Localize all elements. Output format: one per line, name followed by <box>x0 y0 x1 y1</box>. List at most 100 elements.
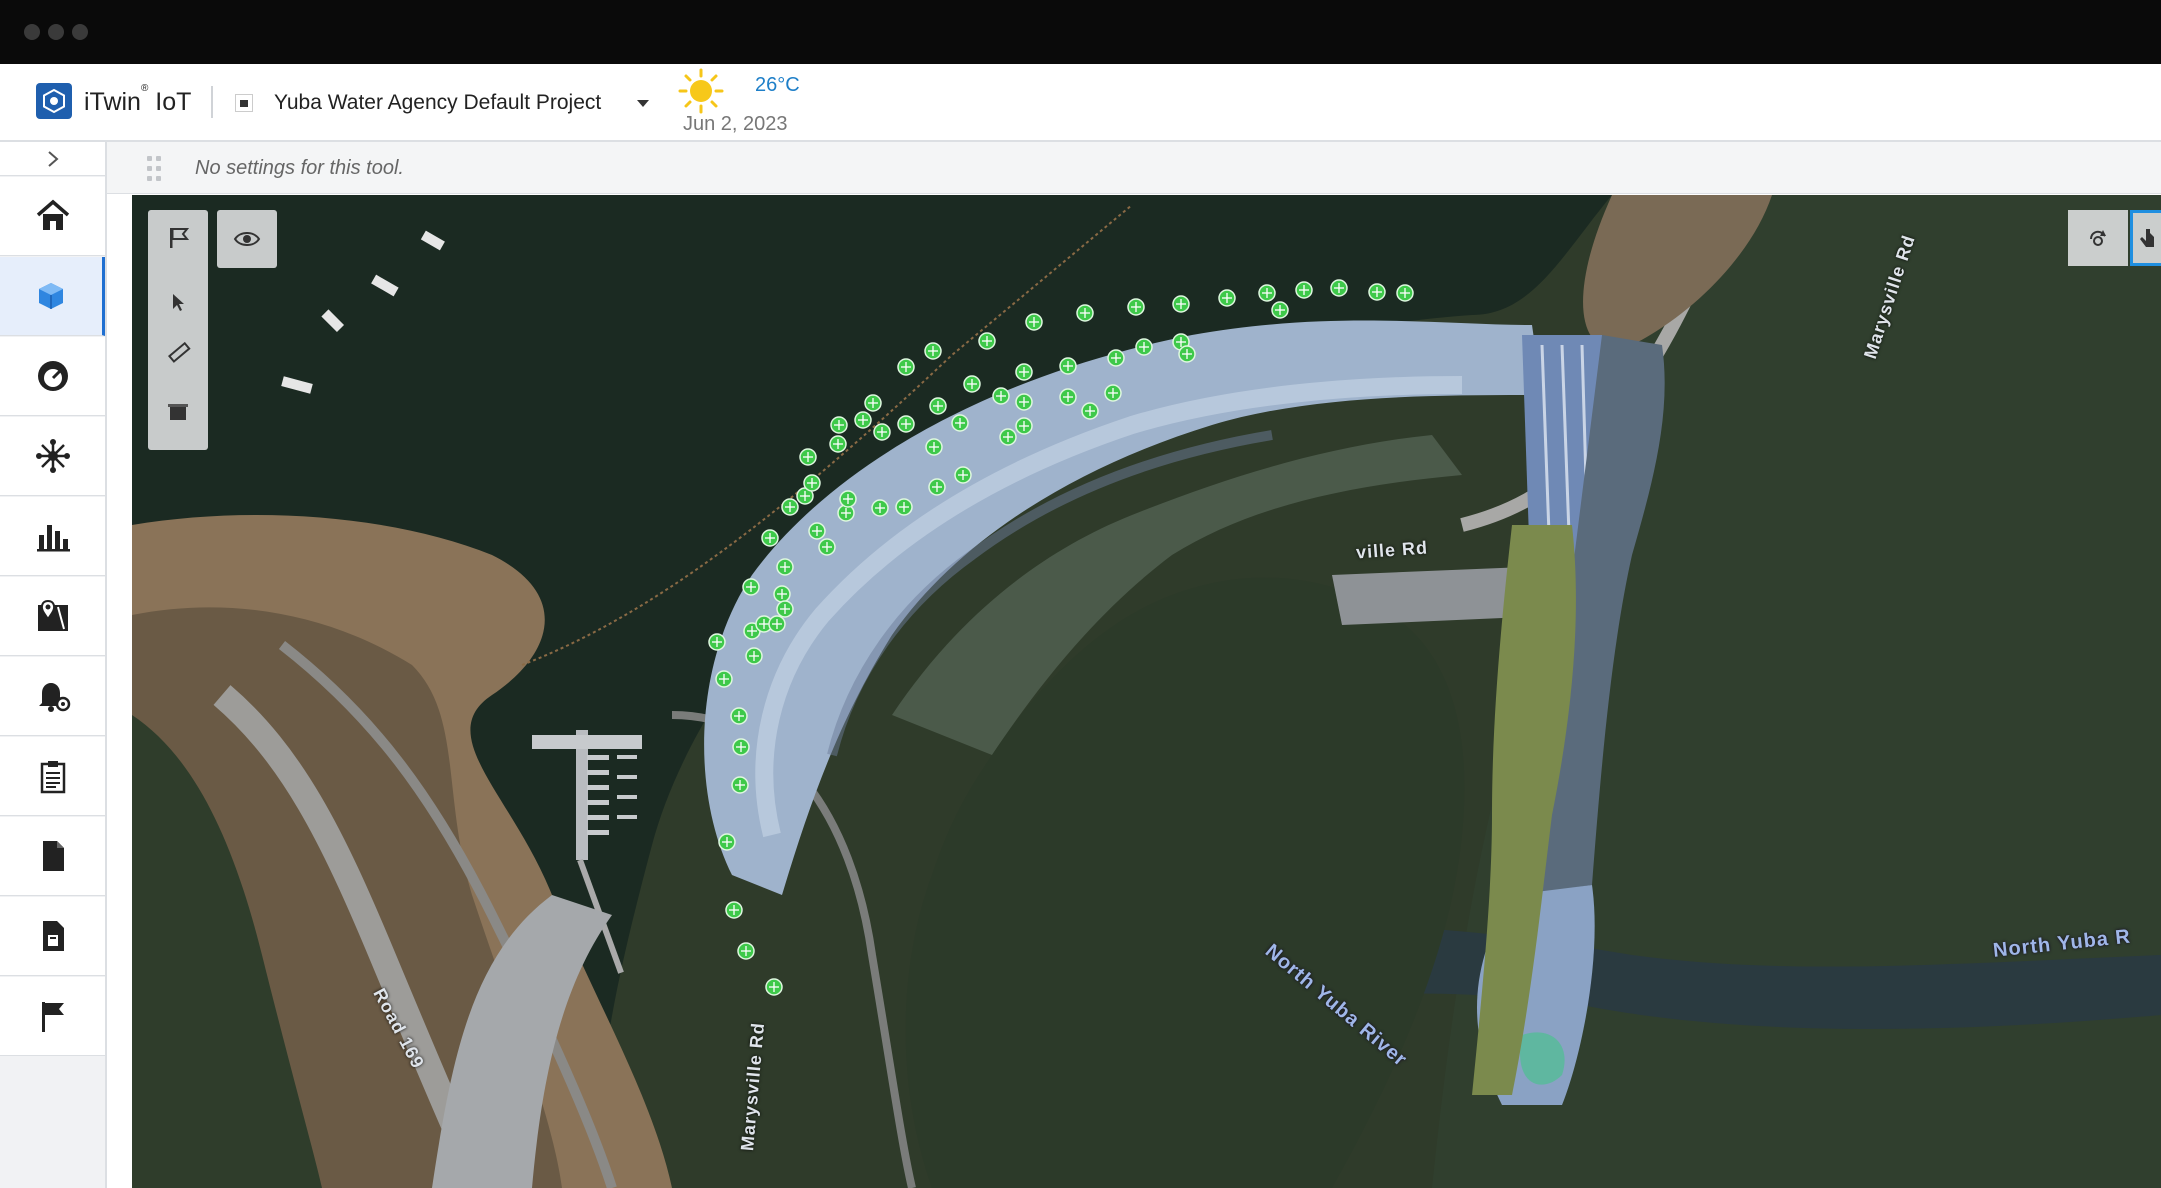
sidebar-item-reports[interactable] <box>0 737 105 816</box>
window-minimize-button[interactable] <box>48 24 64 40</box>
weather-temperature: 26°C <box>755 74 800 96</box>
sensor-marker[interactable] <box>1127 298 1145 316</box>
sensor-marker[interactable] <box>830 416 848 434</box>
sensor-marker[interactable] <box>839 490 857 508</box>
bell-settings-icon <box>38 683 70 712</box>
sensor-marker[interactable] <box>1295 281 1313 299</box>
sensor-marker[interactable] <box>708 633 726 651</box>
app-header: iTwin® IoT Yuba Water Agency Default Pro… <box>0 64 2161 142</box>
sensor-marker[interactable] <box>929 397 947 415</box>
project-selector[interactable]: Yuba Water Agency Default Project <box>274 91 601 115</box>
sensor-marker[interactable] <box>725 901 743 919</box>
sensor-marker[interactable] <box>1330 279 1348 297</box>
sensor-marker[interactable] <box>808 522 826 540</box>
sensor-marker[interactable] <box>928 478 946 496</box>
sensor-marker[interactable] <box>992 387 1010 405</box>
sensor-marker[interactable] <box>1172 295 1190 313</box>
sidebar-item-dashboard[interactable] <box>0 337 105 416</box>
sensor-marker[interactable] <box>742 578 760 596</box>
sensor-marker[interactable] <box>718 833 736 851</box>
sensor-marker[interactable] <box>731 776 749 794</box>
chevron-down-icon[interactable] <box>637 100 649 107</box>
sensor-marker[interactable] <box>1135 338 1153 356</box>
sensor-marker[interactable] <box>1104 384 1122 402</box>
sensor-marker[interactable] <box>1025 313 1043 331</box>
sensor-marker[interactable] <box>730 707 748 725</box>
sensor-marker[interactable] <box>1258 284 1276 302</box>
map-pin-icon <box>37 599 68 631</box>
sensor-marker[interactable] <box>1059 388 1077 406</box>
sidebar-item-model[interactable] <box>0 257 105 336</box>
sensor-marker[interactable] <box>799 448 817 466</box>
sidebar-item-network[interactable] <box>0 417 105 496</box>
pan-view-button[interactable] <box>2130 210 2161 266</box>
sensor-marker[interactable] <box>1015 363 1033 381</box>
sensor-marker[interactable] <box>737 942 755 960</box>
sidebar-expand-button[interactable] <box>0 142 105 176</box>
sensor-marker[interactable] <box>1015 393 1033 411</box>
sensor-marker[interactable] <box>1059 357 1077 375</box>
sensor-marker[interactable] <box>854 411 872 429</box>
sidebar-item-issues[interactable] <box>0 977 105 1056</box>
header-divider <box>211 86 213 118</box>
window-title-bar <box>0 0 2161 64</box>
sensor-marker[interactable] <box>925 438 943 456</box>
sensor-marker[interactable] <box>761 529 779 547</box>
sensor-marker[interactable] <box>999 428 1017 446</box>
sensor-marker[interactable] <box>1368 283 1386 301</box>
section-tool-button[interactable] <box>158 392 198 432</box>
sensor-marker[interactable] <box>924 342 942 360</box>
sensor-marker[interactable] <box>963 375 981 393</box>
flag-tool-button[interactable] <box>158 218 198 258</box>
sensor-marker[interactable] <box>803 474 821 492</box>
sensor-marker[interactable] <box>715 670 733 688</box>
sensor-marker[interactable] <box>818 538 836 556</box>
sensor-marker[interactable] <box>1218 289 1236 307</box>
sensor-marker[interactable] <box>1076 304 1094 322</box>
sensor-marker[interactable] <box>897 358 915 376</box>
sensor-marker[interactable] <box>1178 345 1196 363</box>
sensor-marker[interactable] <box>871 499 889 517</box>
itwin-logo-icon[interactable] <box>36 83 72 119</box>
sensor-marker[interactable] <box>954 466 972 484</box>
tool-settings-message: No settings for this tool. <box>195 157 404 179</box>
measure-tool-button[interactable] <box>158 332 198 372</box>
sensor-marker[interactable] <box>781 498 799 516</box>
sensor-marker[interactable] <box>1271 301 1289 319</box>
sensor-marker[interactable] <box>745 647 763 665</box>
sensor-marker[interactable] <box>864 394 882 412</box>
visibility-button[interactable] <box>217 210 277 268</box>
sensor-marker[interactable] <box>732 738 750 756</box>
window-close-button[interactable] <box>24 24 40 40</box>
rotate-view-button[interactable] <box>2068 210 2128 266</box>
sidebar-item-charts[interactable] <box>0 497 105 576</box>
sensor-marker[interactable] <box>776 600 794 618</box>
sidebar-item-report-file[interactable] <box>0 897 105 976</box>
rotate-icon <box>2090 230 2106 246</box>
sidebar-item-documents[interactable] <box>0 817 105 896</box>
sensor-marker[interactable] <box>776 558 794 576</box>
sensor-marker[interactable] <box>1107 349 1125 367</box>
hand-icon <box>2140 229 2154 247</box>
sensor-marker[interactable] <box>951 414 969 432</box>
ruler-icon <box>168 341 191 363</box>
sensor-marker[interactable] <box>895 498 913 516</box>
window-zoom-button[interactable] <box>72 24 88 40</box>
sensor-marker[interactable] <box>873 423 891 441</box>
sidebar-item-home[interactable] <box>0 177 105 256</box>
sensor-marker[interactable] <box>978 332 996 350</box>
sensor-marker[interactable] <box>1081 402 1099 420</box>
sensor-marker[interactable] <box>897 415 915 433</box>
sidebar-item-alerts[interactable] <box>0 657 105 736</box>
select-tool-button[interactable] <box>158 282 198 322</box>
3d-viewport[interactable]: Marysville Rd ville Rd Marysville Rd Roa… <box>132 195 2161 1188</box>
sensor-marker[interactable] <box>1396 284 1414 302</box>
drag-handle[interactable] <box>147 156 163 182</box>
sensor-marker[interactable] <box>773 585 791 603</box>
sensor-marker[interactable] <box>1015 417 1033 435</box>
sensor-marker[interactable] <box>765 978 783 996</box>
sensor-marker[interactable] <box>768 615 786 633</box>
weather-date: Jun 2, 2023 <box>683 113 788 135</box>
sidebar-item-map[interactable] <box>0 577 105 656</box>
sensor-marker[interactable] <box>829 435 847 453</box>
